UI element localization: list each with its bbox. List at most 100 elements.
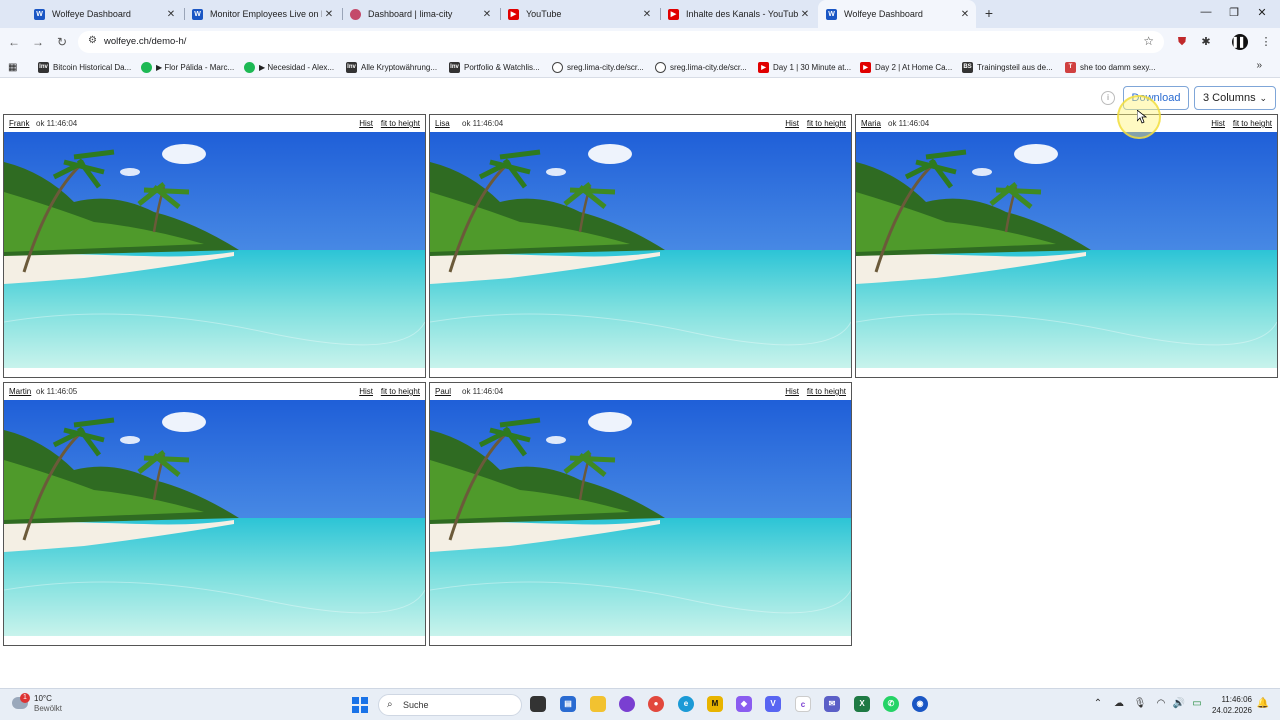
taskbar-search[interactable]: ⌕ Suche — [378, 694, 522, 716]
battery-icon[interactable]: ▭ — [1190, 698, 1204, 709]
file-explorer-icon[interactable] — [590, 696, 606, 712]
clock-time: 11:46:06 — [1221, 695, 1252, 704]
m-app-icon[interactable]: M — [707, 696, 723, 712]
screen-tile: Paul ok 11:46:04 Hist fit to height — [429, 382, 852, 646]
bookmark-item[interactable]: sreg.lima-city.de/scr... — [552, 60, 644, 74]
bookmark-label: Trainingsteil aus de... — [977, 62, 1053, 72]
tray-chevron-up-icon[interactable]: ⌃ — [1091, 698, 1105, 709]
store-icon[interactable]: ▤ — [560, 696, 576, 712]
app-circle-icon[interactable] — [619, 696, 635, 712]
microphone-icon[interactable]: 🎙 — [1133, 698, 1147, 709]
browser-tab[interactable]: W Wolfeye Dashboard ✕ — [26, 0, 182, 28]
history-link[interactable]: Hist — [359, 387, 373, 396]
employee-name-link[interactable]: Frank — [9, 119, 29, 128]
chrome-icon[interactable]: ● — [648, 696, 664, 712]
bookmark-item[interactable]: ▶ Flor Pálida - Marc... — [141, 60, 234, 74]
notification-badge: 1 — [20, 693, 30, 703]
screen-thumbnail[interactable] — [430, 400, 851, 636]
bookmark-item[interactable]: Inv Portfolio & Watchlis... — [449, 60, 540, 74]
extensions-puzzle-icon[interactable]: ✱ — [1198, 34, 1214, 50]
app-v-icon[interactable]: V — [765, 696, 781, 712]
fit-to-height-link[interactable]: fit to height — [807, 387, 846, 396]
address-bar[interactable]: ⚙ wolfeye.ch/demo-h/ ☆ — [78, 31, 1164, 53]
tab-title: Wolfeye Dashboard — [52, 9, 131, 19]
edge-icon[interactable]: e — [678, 696, 694, 712]
fit-to-height-link[interactable]: fit to height — [807, 119, 846, 128]
bookmark-item[interactable]: ▶ Day 1 | 30 Minute at... — [758, 60, 851, 74]
history-link[interactable]: Hist — [785, 387, 799, 396]
mouse-cursor-icon — [1137, 110, 1147, 124]
screen-thumbnail[interactable] — [4, 132, 425, 368]
browser-tab[interactable]: Dashboard | lima-city ✕ — [342, 0, 498, 28]
volume-icon[interactable]: 🔊 — [1172, 698, 1186, 709]
whatsapp-icon[interactable]: ✆ — [883, 696, 899, 712]
profile-avatar-icon[interactable]: ▌▌ — [1232, 34, 1248, 50]
start-button[interactable] — [352, 697, 368, 713]
employee-name-link[interactable]: Paul — [435, 387, 451, 396]
fit-to-height-link[interactable]: fit to height — [381, 119, 420, 128]
history-link[interactable]: Hist — [359, 119, 373, 128]
bookmark-item[interactable]: sreg.lima-city.de/scr... — [655, 60, 747, 74]
dashboard-page: i Download 3 Columns ⌄ Frank ok 11:46:04… — [0, 78, 1280, 688]
close-icon[interactable]: ✕ — [480, 9, 494, 20]
browser-tab[interactable]: ▶ YouTube ✕ — [500, 0, 658, 28]
fit-to-height-link[interactable]: fit to height — [1233, 119, 1272, 128]
bookmark-star-icon[interactable]: ☆ — [1143, 34, 1154, 48]
screen-thumbnail[interactable] — [4, 400, 425, 636]
employee-name-link[interactable]: Martin — [9, 387, 31, 396]
tile-header: Maria ok 11:46:04 Hist fit to height — [856, 115, 1277, 132]
tab-title: Inhalte des Kanals - YouTube St — [686, 9, 798, 19]
menu-dots-icon[interactable]: ⋮ — [1258, 34, 1274, 50]
screen-thumbnail[interactable] — [856, 132, 1277, 368]
wifi-icon[interactable]: ◠ — [1154, 698, 1168, 709]
restore-icon[interactable]: ❐ — [1224, 6, 1244, 19]
investing-icon: Inv — [38, 61, 49, 73]
close-icon[interactable]: ✕ — [958, 9, 972, 20]
bookmark-item[interactable]: Tshe too damm sexy... — [1065, 60, 1155, 74]
new-tab-button[interactable]: + — [980, 4, 998, 22]
browser-tab[interactable]: W Monitor Employees Live on PC ✕ — [184, 0, 340, 28]
bookmark-item[interactable]: BS Trainingsteil aus de... — [962, 60, 1053, 74]
bookmark-label: sreg.lima-city.de/scr... — [567, 62, 644, 72]
fit-to-height-link[interactable]: fit to height — [381, 387, 420, 396]
columns-select[interactable]: 3 Columns ⌄ — [1194, 86, 1276, 110]
employee-name-link[interactable]: Lisa — [435, 119, 450, 128]
bookmark-label: Day 1 | 30 Minute at... — [773, 62, 852, 72]
status-text: ok 11:46:04 — [888, 119, 930, 128]
bookmark-item[interactable]: Inv Alle Kryptowährung... — [346, 60, 437, 74]
history-link[interactable]: Hist — [1211, 119, 1225, 128]
close-icon[interactable]: ✕ — [640, 9, 654, 20]
employee-name-link[interactable]: Maria — [861, 119, 881, 128]
screen-thumbnail[interactable] — [430, 132, 851, 368]
task-view-icon[interactable] — [530, 696, 546, 712]
close-icon[interactable]: ✕ — [798, 9, 812, 20]
close-icon[interactable]: ✕ — [164, 9, 178, 20]
browser-tab[interactable]: ▶ Inhalte des Kanals - YouTube St ✕ — [660, 0, 816, 28]
history-link[interactable]: Hist — [785, 119, 799, 128]
mail-icon[interactable]: ✉ — [824, 696, 840, 712]
info-icon[interactable]: i — [1101, 91, 1115, 105]
extension-shield-icon[interactable]: ⛊ — [1174, 34, 1190, 50]
wolfeye-taskbar-icon[interactable]: ◉ — [912, 696, 928, 712]
minimize-icon[interactable]: — — [1196, 6, 1216, 18]
close-icon[interactable]: ✕ — [322, 9, 336, 20]
bookmark-item[interactable]: Inv Bitcoin Historical Da... — [38, 60, 131, 74]
forward-icon[interactable]: → — [30, 34, 46, 50]
back-icon[interactable]: ← — [6, 34, 22, 50]
more-bookmarks-icon[interactable]: » — [1256, 60, 1262, 71]
site-settings-icon[interactable]: ⚙ — [88, 35, 100, 49]
onedrive-icon[interactable]: ☁ — [1112, 698, 1126, 709]
system-clock[interactable]: 11:46:06 24.02.2026 — [1206, 694, 1252, 716]
app-c-icon[interactable]: c — [795, 696, 811, 712]
close-window-icon[interactable]: ✕ — [1252, 6, 1272, 19]
notification-bell-icon[interactable]: 🔔 — [1256, 698, 1270, 709]
bookmark-item[interactable]: ▶ Day 2 | At Home Ca... — [860, 60, 952, 74]
apps-grid-icon[interactable]: ▦ — [8, 60, 17, 74]
wolfeye-icon: W — [192, 8, 203, 20]
app-diamond-icon[interactable]: ◆ — [736, 696, 752, 712]
weather-widget[interactable]: 1 10°C Bewölkt — [12, 693, 62, 714]
bookmark-item[interactable]: ▶ Necesidad - Alex... — [244, 60, 334, 74]
excel-icon[interactable]: X — [854, 696, 870, 712]
reload-icon[interactable]: ↻ — [54, 34, 70, 50]
browser-tab-active[interactable]: W Wolfeye Dashboard ✕ — [818, 0, 976, 28]
